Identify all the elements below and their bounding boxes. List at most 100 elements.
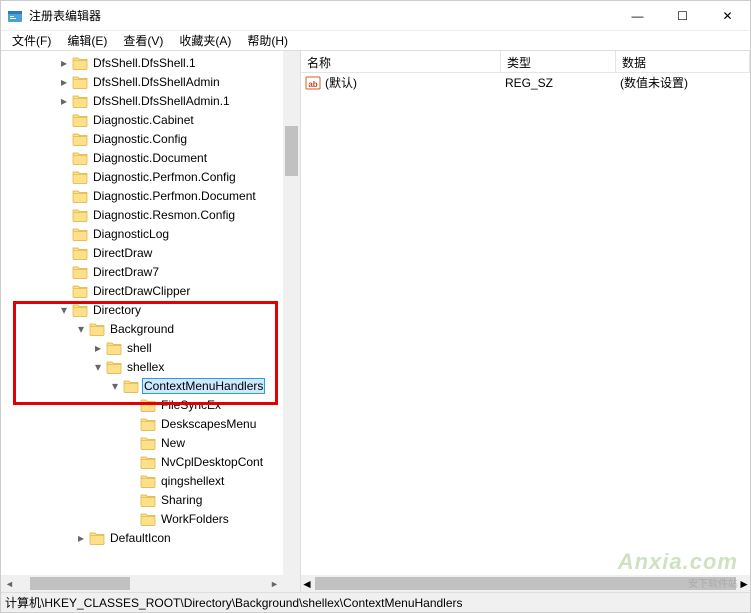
tree-node[interactable]: Diagnostic.Perfmon.Config — [1, 167, 283, 186]
horizontal-scrollbar[interactable]: ◄ ► — [1, 575, 283, 592]
chevron-right-icon[interactable]: ▸ — [57, 95, 71, 107]
tree-node-label: Diagnostic.Perfmon.Config — [91, 169, 238, 185]
minimize-button[interactable]: — — [615, 1, 660, 30]
tree-node-label: Diagnostic.Cabinet — [91, 112, 196, 128]
tree-node[interactable]: FileSyncEx — [1, 395, 283, 414]
chevron-right-icon[interactable]: ▸ — [57, 57, 71, 69]
status-path: 计算机\HKEY_CLASSES_ROOT\Directory\Backgrou… — [5, 594, 463, 611]
tree-node-label: DirectDrawClipper — [91, 283, 192, 299]
tree-node[interactable]: Sharing — [1, 490, 283, 509]
scroll-left-icon[interactable]: ◄ — [1, 579, 18, 589]
tree-node[interactable]: DirectDrawClipper — [1, 281, 283, 300]
column-headers[interactable]: 名称 类型 数据 — [301, 51, 750, 73]
tree-node-label: Background — [108, 321, 176, 337]
chevron-down-icon[interactable]: ▾ — [108, 380, 122, 392]
registry-tree[interactable]: ▸ DfsShell.DfsShell.1 ▸ DfsShell.DfsShellAd… — [1, 51, 283, 575]
tree-node-label: Diagnostic.Document — [91, 150, 209, 166]
scrollbar-thumb[interactable] — [30, 577, 130, 590]
tree-node-label: FileSyncEx — [159, 397, 223, 413]
chevron-right-icon[interactable]: ▸ — [57, 76, 71, 88]
tree-node[interactable]: ▸ DefaultIcon — [1, 528, 283, 547]
tree-node-label: Directory — [91, 302, 143, 318]
horizontal-scrollbar[interactable]: ◄ ► — [301, 575, 750, 592]
menu-edit[interactable]: 编辑(E) — [60, 31, 114, 50]
tree-node[interactable]: WorkFolders — [1, 509, 283, 528]
tree-node[interactable]: Diagnostic.Cabinet — [1, 110, 283, 129]
column-name[interactable]: 名称 — [301, 51, 501, 72]
tree-node-label: NvCplDesktopCont — [159, 454, 265, 470]
value-row[interactable]: ab (默认) REG_SZ (数值未设置) — [301, 73, 750, 92]
tree-node[interactable]: ▾ Directory — [1, 300, 283, 319]
value-type: REG_SZ — [505, 76, 620, 90]
menubar: 文件(F) 编辑(E) 查看(V) 收藏夹(A) 帮助(H) — [1, 31, 750, 51]
tree-node[interactable]: ▾ Background — [1, 319, 283, 338]
values-list[interactable]: ab (默认) REG_SZ (数值未设置) — [301, 73, 750, 575]
chevron-right-icon[interactable]: ▸ — [91, 342, 105, 354]
tree-node-label: DeskscapesMenu — [159, 416, 258, 432]
tree-node[interactable]: ▾ ContextMenuHandlers — [1, 376, 283, 395]
titlebar: 注册表编辑器 — ☐ ✕ — [1, 1, 750, 31]
menu-view[interactable]: 查看(V) — [116, 31, 170, 50]
tree-node[interactable]: ▸ DfsShell.DfsShellAdmin.1 — [1, 91, 283, 110]
scroll-right-icon[interactable]: ► — [266, 579, 283, 589]
tree-node-label: WorkFolders — [159, 511, 231, 527]
column-type[interactable]: 类型 — [501, 51, 616, 72]
window-title: 注册表编辑器 — [29, 7, 615, 24]
value-name: (默认) — [325, 74, 505, 91]
column-data[interactable]: 数据 — [616, 51, 750, 72]
scrollbar-thumb[interactable] — [285, 126, 298, 176]
tree-panel: ▸ DfsShell.DfsShell.1 ▸ DfsShell.DfsShellAd… — [1, 51, 301, 592]
tree-node-label: ContextMenuHandlers — [142, 378, 265, 394]
tree-node-label: Sharing — [159, 492, 204, 508]
tree-node-label: Diagnostic.Perfmon.Document — [91, 188, 258, 204]
scrollbar-corner — [283, 575, 300, 592]
tree-node[interactable]: DirectDraw7 — [1, 262, 283, 281]
app-icon — [7, 8, 23, 24]
tree-node[interactable]: ▸ DfsShell.DfsShellAdmin — [1, 72, 283, 91]
tree-node[interactable]: ▸ shell — [1, 338, 283, 357]
scroll-left-icon[interactable]: ◄ — [301, 577, 313, 591]
tree-node-label: DfsShell.DfsShellAdmin.1 — [91, 93, 232, 109]
vertical-scrollbar[interactable] — [283, 51, 300, 575]
tree-node-label: DefaultIcon — [108, 530, 173, 546]
scrollbar-thumb[interactable] — [315, 577, 736, 590]
string-value-icon: ab — [305, 75, 321, 91]
chevron-down-icon[interactable]: ▾ — [57, 304, 71, 316]
tree-node[interactable]: Diagnostic.Resmon.Config — [1, 205, 283, 224]
value-data: (数值未设置) — [620, 74, 688, 91]
tree-node[interactable]: ▸ DfsShell.DfsShell.1 — [1, 53, 283, 72]
tree-node[interactable]: qingshellext — [1, 471, 283, 490]
tree-node-label: DiagnosticLog — [91, 226, 171, 242]
tree-node[interactable]: NvCplDesktopCont — [1, 452, 283, 471]
tree-node[interactable]: DiagnosticLog — [1, 224, 283, 243]
close-button[interactable]: ✕ — [705, 1, 750, 30]
values-panel: 名称 类型 数据 ab (默认) REG_SZ (数值未设置) ◄ ► — [301, 51, 750, 592]
tree-node-label: shell — [125, 340, 154, 356]
tree-node-label: Diagnostic.Resmon.Config — [91, 207, 237, 223]
chevron-down-icon[interactable]: ▾ — [91, 361, 105, 373]
chevron-right-icon[interactable]: ▸ — [74, 532, 88, 544]
tree-node[interactable]: DeskscapesMenu — [1, 414, 283, 433]
chevron-down-icon[interactable]: ▾ — [74, 323, 88, 335]
maximize-button[interactable]: ☐ — [660, 1, 705, 30]
tree-node[interactable]: Diagnostic.Config — [1, 129, 283, 148]
tree-node[interactable]: ▾ shellex — [1, 357, 283, 376]
status-bar: 计算机\HKEY_CLASSES_ROOT\Directory\Backgrou… — [1, 592, 750, 612]
tree-node-label: Diagnostic.Config — [91, 131, 189, 147]
tree-node[interactable]: Diagnostic.Perfmon.Document — [1, 186, 283, 205]
tree-node-label: DirectDraw7 — [91, 264, 161, 280]
menu-file[interactable]: 文件(F) — [5, 31, 58, 50]
scroll-right-icon[interactable]: ► — [738, 577, 750, 591]
tree-node-label: New — [159, 435, 187, 451]
tree-node-label: qingshellext — [159, 473, 226, 489]
tree-node-label: DfsShell.DfsShell.1 — [91, 55, 198, 71]
tree-node[interactable]: DirectDraw — [1, 243, 283, 262]
tree-node-label: DfsShell.DfsShellAdmin — [91, 74, 222, 90]
svg-text:ab: ab — [308, 80, 317, 89]
tree-node[interactable]: New — [1, 433, 283, 452]
tree-node-label: shellex — [125, 359, 166, 375]
tree-node[interactable]: Diagnostic.Document — [1, 148, 283, 167]
tree-node-label: DirectDraw — [91, 245, 154, 261]
menu-help[interactable]: 帮助(H) — [240, 31, 295, 50]
menu-favorites[interactable]: 收藏夹(A) — [172, 31, 238, 50]
